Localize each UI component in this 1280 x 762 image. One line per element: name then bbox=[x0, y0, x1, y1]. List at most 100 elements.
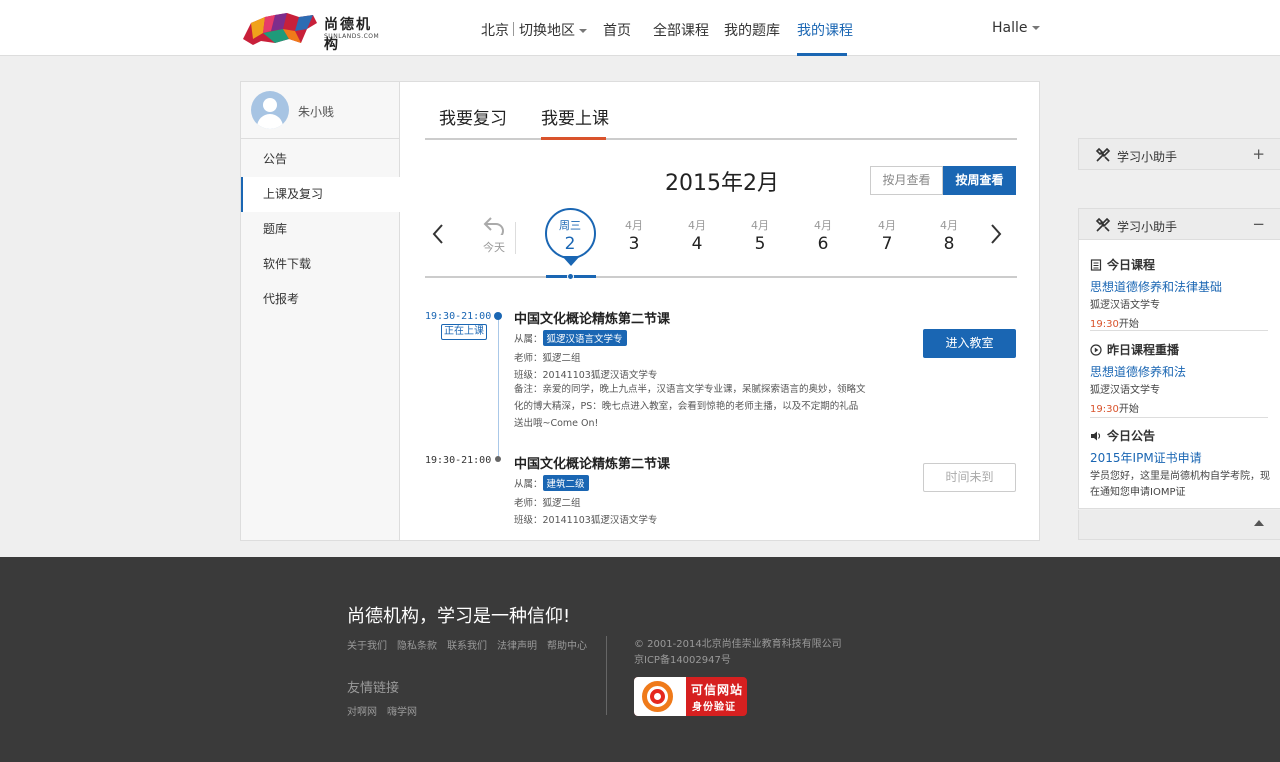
collapse-icon[interactable]: − bbox=[1252, 215, 1265, 233]
today-course-link[interactable]: 思想道德修养和法律基础 bbox=[1090, 278, 1270, 295]
day-item[interactable]: 4月 8 bbox=[929, 217, 969, 254]
day-item[interactable]: 4月 5 bbox=[740, 217, 780, 254]
logo-sub: SUNLANDS.COM bbox=[324, 33, 380, 40]
footer-link-legal[interactable]: 法律声明 bbox=[497, 637, 537, 652]
view-by-week-button[interactable]: 按周查看 bbox=[943, 166, 1016, 195]
course-teacher: 老师：狐逻二组 bbox=[514, 498, 581, 509]
calendar-month: 2015年2月 bbox=[665, 171, 779, 196]
main-card: 朱小贱 公告 上课及复习 题库 软件下载 代报考 我要复习 我要上课 2015年… bbox=[240, 81, 1040, 541]
replay-section: 昨日课程重播 思想道德修养和法 狐逻汉语文学专 19:30开始 bbox=[1090, 341, 1270, 415]
course-class-name: 狐逻汉语文学专 bbox=[1090, 300, 1160, 311]
assistant-header[interactable]: 学习小助手 − bbox=[1078, 208, 1280, 240]
copyright: © 2001-2014北京尚佳崇业教育科技有限公司 bbox=[634, 639, 842, 650]
chevron-right-icon[interactable] bbox=[983, 222, 1007, 246]
badge-title: 可信网站 bbox=[691, 683, 744, 697]
day-item[interactable]: 4月 4 bbox=[677, 217, 717, 254]
nav-my-courses[interactable]: 我的课程 bbox=[797, 20, 853, 40]
nav-all-courses[interactable]: 全部课程 bbox=[653, 20, 709, 40]
course-title[interactable]: 中国文化概论精炼第二节课 bbox=[514, 453, 670, 472]
sidebar-item-announcements[interactable]: 公告 bbox=[241, 142, 400, 177]
timeline-line bbox=[498, 316, 499, 461]
course-teacher: 老师：狐逻二组 bbox=[514, 353, 581, 364]
divider bbox=[515, 222, 516, 254]
day-item[interactable]: 4月 7 bbox=[867, 217, 907, 254]
view-by-month-button[interactable]: 按月查看 bbox=[870, 166, 943, 195]
sidebar: 朱小贱 公告 上课及复习 题库 软件下载 代报考 bbox=[241, 82, 401, 540]
course-class: 班级：20141103狐逻汉语文学专 bbox=[514, 370, 658, 381]
replay-course-link[interactable]: 思想道德修养和法 bbox=[1090, 363, 1270, 380]
chevron-left-icon[interactable] bbox=[427, 222, 451, 246]
time-not-arrived-button: 时间未到 bbox=[923, 463, 1016, 492]
course-note: 备注：亲爱的同学，晚上九点半，汉语言文学专业课，呆腻探索语言的奥妙，领略文化的博… bbox=[514, 384, 866, 429]
tab-review[interactable]: 我要复习 bbox=[439, 104, 507, 129]
notice-section: 今日公告 2015年IPM证书申请 学员您好，这里是尚德机构自学考院，现在通知您… bbox=[1090, 427, 1270, 501]
tab-active-indicator bbox=[541, 137, 606, 140]
profile: 朱小贱 bbox=[241, 82, 399, 139]
switch-region-label: 切换地区 bbox=[519, 23, 575, 39]
assistant-collapsed-bar[interactable]: 学习小助手 + bbox=[1078, 138, 1280, 170]
course-belongs: 从属： 建筑二级 bbox=[514, 475, 589, 491]
assistant-title: 学习小助手 bbox=[1117, 150, 1178, 164]
course-start-time: 19:30开始 bbox=[1090, 319, 1139, 330]
footer-link-help[interactable]: 帮助中心 bbox=[547, 637, 587, 652]
course-title[interactable]: 中国文化概论精炼第二节课 bbox=[514, 308, 670, 327]
footer-link-about[interactable]: 关于我们 bbox=[347, 637, 387, 652]
collapse-assistant-button[interactable] bbox=[1078, 510, 1280, 540]
tools-icon bbox=[1095, 217, 1111, 232]
timeline-dot bbox=[495, 456, 501, 462]
course-belongs: 从属： 狐逻汉语言文学专 bbox=[514, 330, 627, 346]
day-item[interactable]: 4月 3 bbox=[614, 217, 654, 254]
bull-logo-icon bbox=[243, 13, 317, 45]
nav-home[interactable]: 首页 bbox=[603, 20, 631, 40]
footer-link-privacy[interactable]: 隐私条款 bbox=[397, 637, 437, 652]
assistant-title: 学习小助手 bbox=[1117, 220, 1178, 234]
user-name: Halle bbox=[992, 20, 1028, 36]
status-badge: 正在上课 bbox=[441, 324, 487, 340]
course-time: 19:30-21:00 bbox=[425, 311, 492, 322]
divider bbox=[606, 636, 607, 715]
section-heading: 昨日课程重播 bbox=[1107, 343, 1180, 357]
week-divider bbox=[425, 276, 1017, 278]
friend-link[interactable]: 嗨学网 bbox=[387, 703, 417, 718]
sidebar-item-classes-review[interactable]: 上课及复习 bbox=[241, 177, 401, 212]
friend-link[interactable]: 对啊网 bbox=[347, 703, 377, 718]
icp-number: 京ICP备14002947号 bbox=[634, 655, 731, 666]
logo[interactable]: 尚德机构 SUNLANDS.COM bbox=[241, 9, 386, 53]
chevron-down-icon bbox=[1031, 26, 1040, 30]
tools-icon bbox=[1095, 147, 1111, 162]
nav-active-indicator bbox=[797, 53, 847, 56]
sidebar-item-software-download[interactable]: 软件下载 bbox=[241, 247, 400, 282]
day-item[interactable]: 4月 6 bbox=[803, 217, 843, 254]
footer-link-contact[interactable]: 联系我们 bbox=[447, 637, 487, 652]
timeline-dot bbox=[494, 312, 502, 320]
sidebar-item-exam-registration[interactable]: 代报考 bbox=[241, 282, 400, 317]
undo-arrow-icon bbox=[483, 217, 504, 239]
expand-icon[interactable]: + bbox=[1252, 145, 1265, 163]
chevron-up-icon bbox=[1254, 520, 1264, 526]
user-menu[interactable]: Halle bbox=[992, 20, 1040, 36]
tab-attend-class[interactable]: 我要上课 bbox=[541, 104, 609, 129]
notice-text: 学员您好，这里是尚德机构自学考院，现在通知您申请IOMP证 bbox=[1090, 471, 1270, 498]
switch-region-dropdown[interactable]: 切换地区 bbox=[519, 20, 587, 40]
divider bbox=[1090, 330, 1268, 331]
notice-link[interactable]: 2015年IPM证书申请 bbox=[1090, 449, 1270, 466]
assistant-panel: 今日课程 思想道德修养和法律基础 狐逻汉语文学专 19:30开始 昨日课程重播 … bbox=[1078, 240, 1280, 509]
week-active-dot bbox=[567, 273, 574, 280]
today-label: 今天 bbox=[483, 241, 505, 254]
list-icon bbox=[1090, 258, 1102, 271]
enter-classroom-button[interactable]: 进入教室 bbox=[923, 329, 1016, 358]
footer-slogan: 尚德机构，学习是一种信仰! bbox=[347, 606, 571, 627]
today-button[interactable]: 今天 bbox=[479, 215, 509, 255]
divider bbox=[513, 22, 514, 36]
trusted-site-badge[interactable]: 可信网站 身份验证 bbox=[634, 677, 747, 716]
course-tag: 建筑二级 bbox=[542, 475, 589, 491]
day-item[interactable]: 周三 2 bbox=[550, 217, 590, 254]
sidebar-item-question-bank[interactable]: 题库 bbox=[241, 212, 400, 247]
badge-subtitle: 身份验证 bbox=[692, 702, 736, 713]
username: 朱小贱 bbox=[298, 105, 335, 119]
avatar[interactable] bbox=[251, 91, 289, 129]
today-course-section: 今日课程 思想道德修养和法律基础 狐逻汉语文学专 19:30开始 bbox=[1090, 256, 1270, 330]
chevron-down-icon bbox=[579, 29, 587, 33]
friend-links-title: 友情链接 bbox=[347, 681, 400, 696]
nav-my-question-bank[interactable]: 我的题库 bbox=[724, 20, 780, 40]
